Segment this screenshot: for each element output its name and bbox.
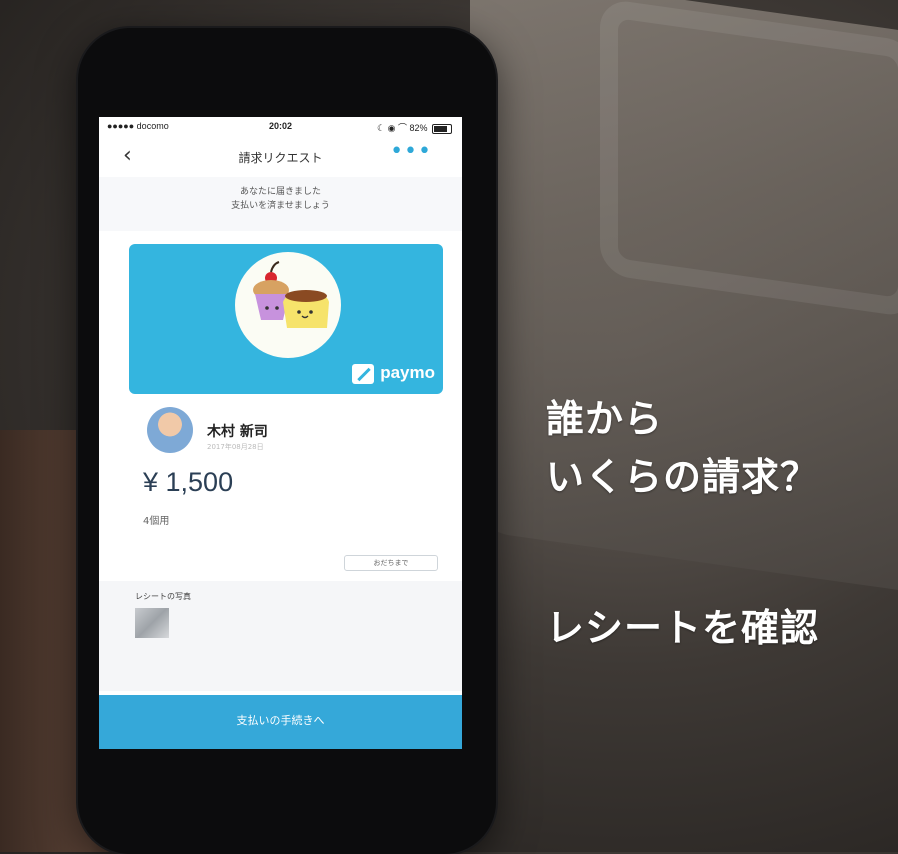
avatar <box>147 407 193 453</box>
request-amount: ¥ 1,500 <box>143 467 234 497</box>
caption-line-2: いくらの請求？ <box>546 455 820 499</box>
pay-button[interactable]: 支払いの手続きへ <box>99 695 462 749</box>
phone-screen: ●●●●● docomo 20:02 ☾ ◉ ⌒ 82% ‹ 請求リクエスト •… <box>99 117 462 749</box>
battery-icon <box>432 123 452 134</box>
receipt-label: レシートの写真 <box>135 592 191 601</box>
battery-percent: 82% <box>409 123 428 133</box>
paymo-brand-text: paymo <box>380 363 435 383</box>
caption-line-3: レシートを確認 <box>546 606 820 650</box>
notice-banner: あなたに届きました 支払いを済ませましょう <box>99 177 462 231</box>
paymo-logo: paymo <box>352 363 435 384</box>
navigation-bar: ‹ 請求リクエスト ••• <box>99 139 462 178</box>
status-bar: ●●●●● docomo 20:02 ☾ ◉ ⌒ 82% <box>99 117 462 139</box>
request-memo: 4個用 <box>143 516 170 527</box>
receipt-thumbnail[interactable] <box>135 608 169 638</box>
background-box-frame <box>600 0 898 319</box>
notice-line-1: あなたに届きました <box>239 187 321 197</box>
receipt-section: レシートの写真 <box>99 581 462 691</box>
request-date: 2017年08月28日 <box>207 443 264 451</box>
paymo-card: paymo <box>129 244 443 394</box>
send-button-label: おだちまで <box>373 559 409 567</box>
paymo-logo-icon <box>352 364 375 384</box>
status-icons: ☾ ◉ ⌒ <box>377 123 410 133</box>
cupcake-pudding-illustration <box>235 252 341 358</box>
illustration-svg <box>253 261 329 328</box>
send-button[interactable]: おだちまで <box>344 555 438 571</box>
sender-name: 木村 新司 <box>207 424 268 440</box>
notice-line-2: 支払いを済ませましょう <box>231 201 330 211</box>
battery-indicator: ☾ ◉ ⌒ 82% <box>377 121 452 134</box>
more-dots-icon[interactable]: ••• <box>390 139 432 164</box>
battery-fill <box>434 125 448 132</box>
caption-line-1: 誰から <box>546 397 664 441</box>
